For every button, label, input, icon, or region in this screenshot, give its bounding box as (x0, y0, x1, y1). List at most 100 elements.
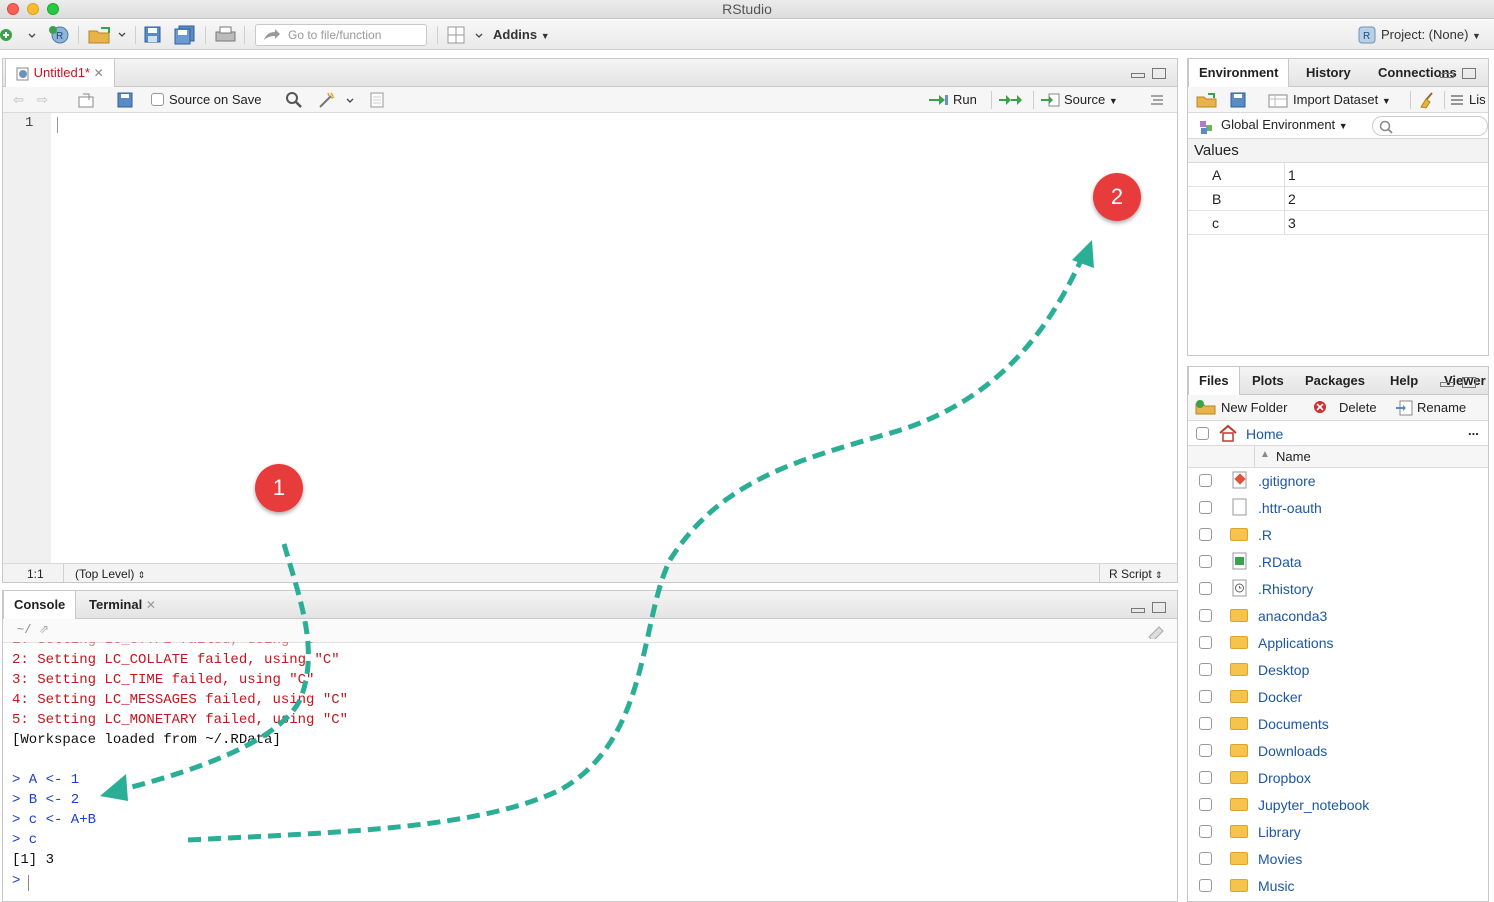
tab-environment[interactable]: Environment (1188, 59, 1290, 87)
maximize-pane-icon[interactable] (1462, 377, 1476, 388)
file-row[interactable]: Desktop (1188, 657, 1486, 683)
save-workspace-icon[interactable] (1230, 92, 1246, 108)
pane-layout-icon[interactable] (447, 26, 487, 44)
file-checkbox[interactable] (1199, 582, 1212, 595)
compile-report-icon[interactable] (369, 91, 385, 109)
source-button[interactable]: Source ▼ (1064, 87, 1118, 113)
environment-search-input[interactable] (1372, 116, 1488, 136)
search-icon[interactable] (285, 91, 303, 109)
file-name-link[interactable]: Library (1258, 819, 1301, 845)
file-row[interactable]: anaconda3 (1188, 603, 1486, 629)
file-name-link[interactable]: .RData (1258, 549, 1302, 575)
file-checkbox[interactable] (1199, 771, 1212, 784)
close-tab-icon[interactable]: ✕ (146, 598, 156, 612)
addins-menu[interactable]: Addins ▼ (493, 24, 550, 46)
new-folder-button[interactable]: New Folder (1221, 395, 1287, 421)
broom-icon[interactable] (1418, 91, 1438, 109)
file-row[interactable]: .httr-oauth (1188, 495, 1486, 521)
tab-console[interactable]: Console (3, 591, 77, 619)
file-row[interactable]: Docker (1188, 684, 1486, 710)
tab-packages[interactable]: Packages (1295, 367, 1375, 395)
code-editor[interactable] (51, 113, 1177, 563)
minimize-pane-icon[interactable] (1131, 73, 1145, 78)
file-name-link[interactable]: Music (1258, 873, 1295, 899)
delete-button[interactable]: Delete (1339, 395, 1377, 421)
open-file-icon[interactable] (87, 25, 127, 45)
scope-selector[interactable]: (Top Level) ⇕ (75, 564, 145, 582)
file-checkbox[interactable] (1199, 690, 1212, 703)
list-view-label[interactable]: Lis (1469, 87, 1486, 113)
file-name-link[interactable]: Downloads (1258, 738, 1327, 764)
rerun-icon[interactable] (999, 94, 1023, 106)
maximize-pane-icon[interactable] (1152, 68, 1166, 79)
file-row[interactable]: Documents (1188, 711, 1486, 737)
forward-arrow-icon[interactable]: ⇨ (37, 87, 48, 113)
tab-help[interactable]: Help (1380, 367, 1428, 395)
file-checkbox[interactable] (1199, 717, 1212, 730)
file-row[interactable]: .R (1188, 522, 1486, 548)
file-row[interactable]: Dropbox (1188, 765, 1486, 791)
tab-files[interactable]: Files (1188, 367, 1240, 395)
close-tab-icon[interactable]: ✕ (94, 66, 104, 80)
minimize-pane-icon[interactable] (1440, 382, 1454, 387)
print-icon[interactable] (215, 26, 237, 44)
clear-console-icon[interactable] (1147, 623, 1167, 639)
save-all-icon[interactable] (174, 25, 196, 45)
back-arrow-icon[interactable]: ⇦ (13, 87, 24, 113)
file-name-link[interactable]: Applications (1258, 630, 1334, 656)
rename-button[interactable]: Rename (1417, 395, 1466, 421)
file-name-link[interactable]: Jupyter_notebook (1258, 792, 1369, 818)
minimize-pane-icon[interactable] (1131, 608, 1145, 613)
file-checkbox[interactable] (1199, 744, 1212, 757)
file-row[interactable]: Library (1188, 819, 1486, 845)
file-row[interactable]: Music (1188, 873, 1486, 899)
import-dataset-button[interactable]: Import Dataset ▼ (1293, 87, 1391, 113)
save-file-icon[interactable] (117, 92, 133, 108)
file-type-selector[interactable]: R Script ⇕ (1109, 564, 1163, 582)
file-row[interactable]: .RData (1188, 549, 1486, 575)
file-checkbox[interactable] (1199, 528, 1212, 541)
file-checkbox[interactable] (1199, 798, 1212, 811)
file-name-link[interactable]: Documents (1258, 711, 1329, 737)
home-link[interactable]: Home (1246, 426, 1283, 442)
file-row[interactable]: Jupyter_notebook (1188, 792, 1486, 818)
file-name-link[interactable]: Movies (1258, 846, 1302, 872)
minimize-pane-icon[interactable] (1440, 73, 1454, 78)
file-name-link[interactable]: .httr-oauth (1258, 495, 1322, 521)
code-tools-icon[interactable] (317, 91, 357, 109)
file-name-link[interactable]: Desktop (1258, 657, 1309, 683)
source-on-save-checkbox[interactable] (151, 93, 164, 106)
tab-untitled1[interactable]: Untitled1* ✕ (5, 59, 115, 87)
minimize-window-button[interactable] (27, 3, 39, 15)
run-button[interactable]: Run (953, 87, 977, 113)
environment-value-row[interactable]: B2 (1188, 187, 1488, 211)
file-name-link[interactable]: Docker (1258, 684, 1302, 710)
file-name-link[interactable]: .R (1258, 522, 1272, 548)
file-row[interactable]: .gitignore (1188, 468, 1486, 494)
outline-icon[interactable] (1149, 93, 1165, 107)
new-project-icon[interactable]: R (48, 25, 74, 45)
environment-scope-selector[interactable]: Global Environment ▼ (1221, 117, 1348, 132)
file-checkbox[interactable] (1199, 555, 1212, 568)
new-file-icon[interactable] (0, 26, 40, 44)
file-checkbox[interactable] (1199, 852, 1212, 865)
project-menu[interactable]: Project: (None) ▼ (1381, 24, 1481, 46)
file-checkbox[interactable] (1199, 609, 1212, 622)
show-in-window-icon[interactable] (77, 92, 95, 108)
go-to-dir-icon[interactable]: ⇗ (39, 622, 49, 636)
close-window-button[interactable] (7, 3, 19, 15)
more-options-button[interactable]: ... (1468, 423, 1479, 438)
file-checkbox[interactable] (1199, 825, 1212, 838)
maximize-pane-icon[interactable] (1462, 68, 1476, 79)
file-row[interactable]: Movies (1188, 846, 1486, 872)
file-row[interactable]: Downloads (1188, 738, 1486, 764)
file-checkbox[interactable] (1199, 636, 1212, 649)
file-name-link[interactable]: .gitignore (1258, 468, 1316, 494)
environment-value-row[interactable]: c3 (1188, 211, 1488, 235)
file-checkbox[interactable] (1199, 474, 1212, 487)
maximize-pane-icon[interactable] (1152, 602, 1166, 613)
file-checkbox[interactable] (1199, 879, 1212, 892)
file-checkbox[interactable] (1199, 501, 1212, 514)
tab-terminal[interactable]: Terminal ✕ (79, 591, 166, 619)
tab-history[interactable]: History (1296, 59, 1361, 87)
